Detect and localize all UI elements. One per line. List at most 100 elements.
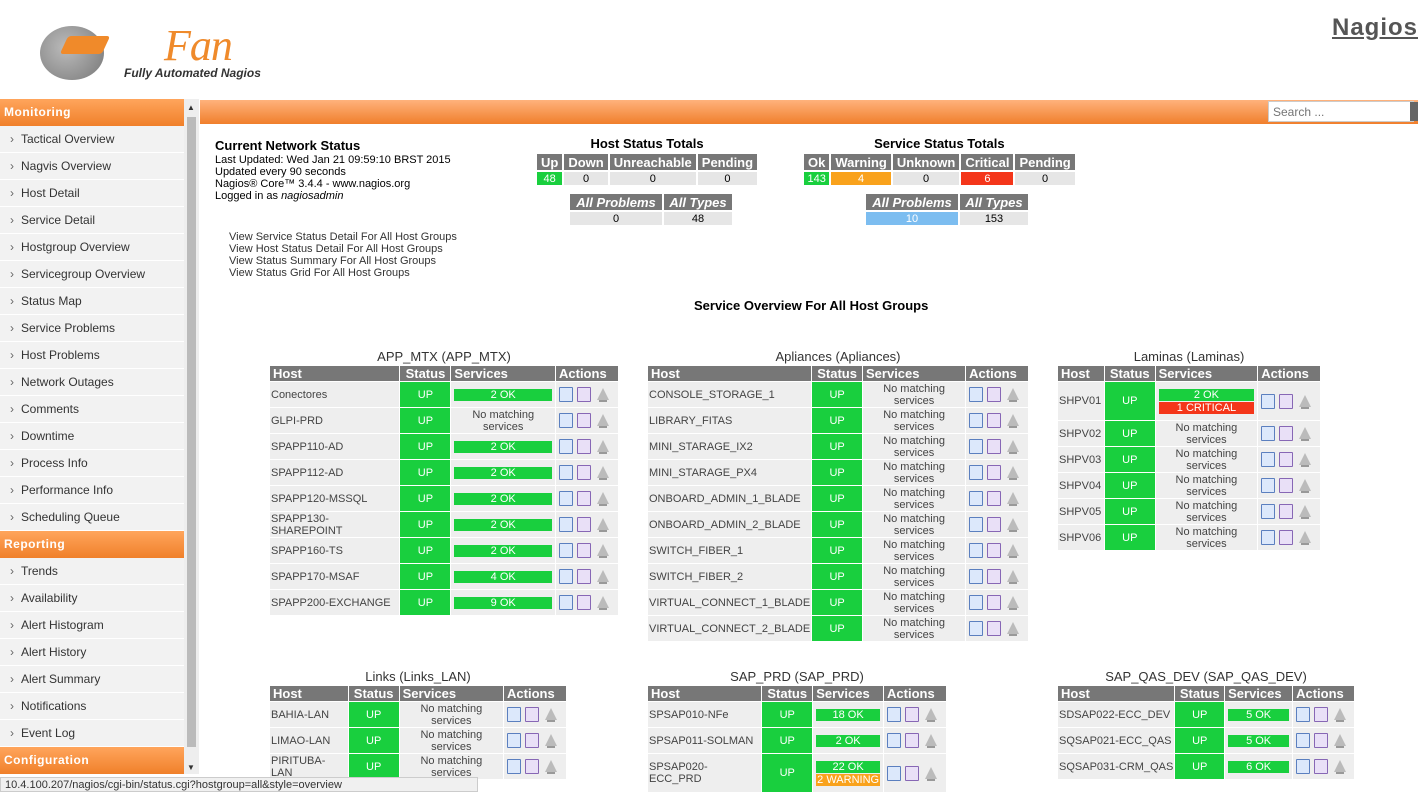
host-extinfo-icon[interactable] <box>987 569 1002 584</box>
host-extinfo-icon[interactable] <box>577 413 591 428</box>
status-map-icon[interactable] <box>923 733 939 748</box>
status-map-icon[interactable] <box>1005 491 1021 506</box>
host-extinfo-icon[interactable] <box>525 707 540 722</box>
host-services-cell[interactable]: No matching services <box>863 512 966 537</box>
host-status-badge[interactable]: UP <box>400 538 451 563</box>
service-summary-bar[interactable]: 1 CRITICAL <box>1158 401 1255 414</box>
hostgroup-title[interactable]: SAP_QAS_DEV (SAP_QAS_DEV) <box>1057 669 1355 685</box>
svc-warning-header[interactable]: Warning <box>831 154 891 170</box>
host-extinfo-icon[interactable] <box>987 439 1002 454</box>
status-map-icon[interactable] <box>543 707 559 722</box>
host-name-link[interactable]: SPAPP130-SHAREPOINT <box>270 512 400 537</box>
host-status-badge[interactable]: UP <box>812 616 862 641</box>
host-detail-icon[interactable] <box>559 517 573 532</box>
host-status-badge[interactable]: UP <box>762 754 813 792</box>
service-summary-bar[interactable]: 2 OK <box>454 518 552 531</box>
host-services-cell[interactable]: No matching services <box>863 460 966 485</box>
host-services-cell[interactable]: 2 OK <box>451 460 555 485</box>
host-all-types-header[interactable]: All Types <box>664 194 732 210</box>
status-map-icon[interactable] <box>1005 439 1021 454</box>
sidebar-item-tactical-overview[interactable]: Tactical Overview <box>0 126 184 153</box>
host-status-badge[interactable]: UP <box>1104 499 1155 524</box>
host-name-link[interactable]: BAHIA-LAN <box>270 702 348 727</box>
host-services-cell[interactable]: 2 OK <box>451 512 555 537</box>
sidebar-item-service-problems[interactable]: Service Problems <box>0 315 184 342</box>
host-detail-icon[interactable] <box>1296 759 1311 774</box>
host-status-badge[interactable]: UP <box>1175 728 1225 753</box>
service-summary-bar[interactable]: 2 OK <box>454 466 552 479</box>
host-detail-icon[interactable] <box>969 491 984 506</box>
host-detail-icon[interactable] <box>507 733 522 748</box>
host-status-badge[interactable]: UP <box>812 434 862 459</box>
host-detail-icon[interactable] <box>969 465 984 480</box>
service-summary-bar[interactable]: 5 OK <box>1228 734 1290 747</box>
status-map-icon[interactable] <box>1005 621 1021 636</box>
scroll-down-icon[interactable]: ▼ <box>187 763 195 772</box>
host-status-badge[interactable]: UP <box>812 382 862 407</box>
sidebar-item-downtime[interactable]: Downtime <box>0 423 184 450</box>
host-name-link[interactable]: PIRITUBA-LAN <box>270 754 348 779</box>
host-extinfo-icon[interactable] <box>577 439 591 454</box>
sidebar-item-scheduling-queue[interactable]: Scheduling Queue <box>0 504 184 531</box>
host-services-cell[interactable]: No matching services <box>1155 473 1258 498</box>
status-map-icon[interactable] <box>1005 543 1021 558</box>
service-summary-bar[interactable]: 5 OK <box>1228 708 1290 721</box>
host-name-link[interactable]: VIRTUAL_CONNECT_1_BLADE <box>648 590 812 615</box>
host-detail-icon[interactable] <box>507 707 522 722</box>
host-name-link[interactable]: SPSAP011-SOLMAN <box>648 728 762 753</box>
host-services-cell[interactable]: 2 OK 1 CRITICAL <box>1155 382 1258 420</box>
host-extinfo-icon[interactable] <box>1279 393 1294 409</box>
service-summary-bar[interactable]: 9 OK <box>454 596 552 609</box>
status-map-icon[interactable] <box>923 707 939 722</box>
host-name-link[interactable]: SQSAP031-CRM_QAS <box>1058 754 1175 779</box>
sidebar-item-trends[interactable]: Trends <box>0 558 184 585</box>
host-extinfo-icon[interactable] <box>577 387 591 402</box>
host-extinfo-icon[interactable] <box>987 621 1002 636</box>
host-extinfo-icon[interactable] <box>905 733 920 748</box>
search-input[interactable] <box>1268 101 1414 122</box>
host-services-cell[interactable]: No matching services <box>863 564 966 589</box>
host-name-link[interactable]: VIRTUAL_CONNECT_2_BLADE <box>648 616 812 641</box>
host-status-badge[interactable]: UP <box>812 590 862 615</box>
sidebar-item-alert-history[interactable]: Alert History <box>0 639 184 666</box>
status-map-icon[interactable] <box>923 766 939 781</box>
host-status-badge[interactable]: UP <box>812 408 862 433</box>
hostgroup-title[interactable]: Links (Links_LAN) <box>269 669 567 685</box>
host-status-badge[interactable]: UP <box>1175 754 1225 779</box>
host-status-badge[interactable]: UP <box>1104 382 1155 420</box>
host-status-badge[interactable]: UP <box>1104 525 1155 550</box>
sidebar-item-process-info[interactable]: Process Info <box>0 450 184 477</box>
status-map-icon[interactable] <box>1005 413 1021 428</box>
service-summary-bar[interactable]: 2 OK <box>454 544 552 557</box>
host-detail-icon[interactable] <box>969 543 984 558</box>
host-services-cell[interactable]: No matching services <box>863 590 966 615</box>
host-extinfo-icon[interactable] <box>987 491 1002 506</box>
host-extinfo-icon[interactable] <box>1279 452 1294 467</box>
status-map-icon[interactable] <box>595 543 611 558</box>
status-map-icon[interactable] <box>1297 530 1313 545</box>
host-extinfo-icon[interactable] <box>987 543 1002 558</box>
scroll-up-icon[interactable]: ▲ <box>187 103 195 112</box>
svc-all-problems-header[interactable]: All Problems <box>866 194 958 210</box>
host-status-badge[interactable]: UP <box>1104 473 1155 498</box>
link-host-detail[interactable]: View Host Status Detail For All Host Gro… <box>229 243 457 255</box>
service-summary-bar[interactable]: 2 OK <box>454 440 552 453</box>
host-detail-icon[interactable] <box>559 439 573 454</box>
service-summary-bar[interactable]: 2 OK <box>1158 388 1255 401</box>
sidebar-item-host-problems[interactable]: Host Problems <box>0 342 184 369</box>
host-detail-icon[interactable] <box>1261 452 1276 467</box>
host-name-link[interactable]: LIMAO-LAN <box>270 728 348 753</box>
host-detail-icon[interactable] <box>1261 530 1276 545</box>
host-services-cell[interactable]: No matching services <box>863 382 966 407</box>
sidebar-item-hostgroup-overview[interactable]: Hostgroup Overview <box>0 234 184 261</box>
hostgroup-title[interactable]: Apliances (Apliances) <box>647 349 1029 365</box>
host-name-link[interactable]: SPSAP010-NFe <box>648 702 762 727</box>
host-status-badge[interactable]: UP <box>400 408 451 433</box>
status-map-icon[interactable] <box>1005 569 1021 584</box>
service-summary-bar[interactable]: 6 OK <box>1228 760 1290 773</box>
sidebar-item-availability[interactable]: Availability <box>0 585 184 612</box>
host-detail-icon[interactable] <box>969 439 984 454</box>
host-name-link[interactable]: GLPI-PRD <box>270 408 400 433</box>
host-unreachable-header[interactable]: Unreachable <box>609 154 696 170</box>
host-detail-icon[interactable] <box>969 413 984 428</box>
